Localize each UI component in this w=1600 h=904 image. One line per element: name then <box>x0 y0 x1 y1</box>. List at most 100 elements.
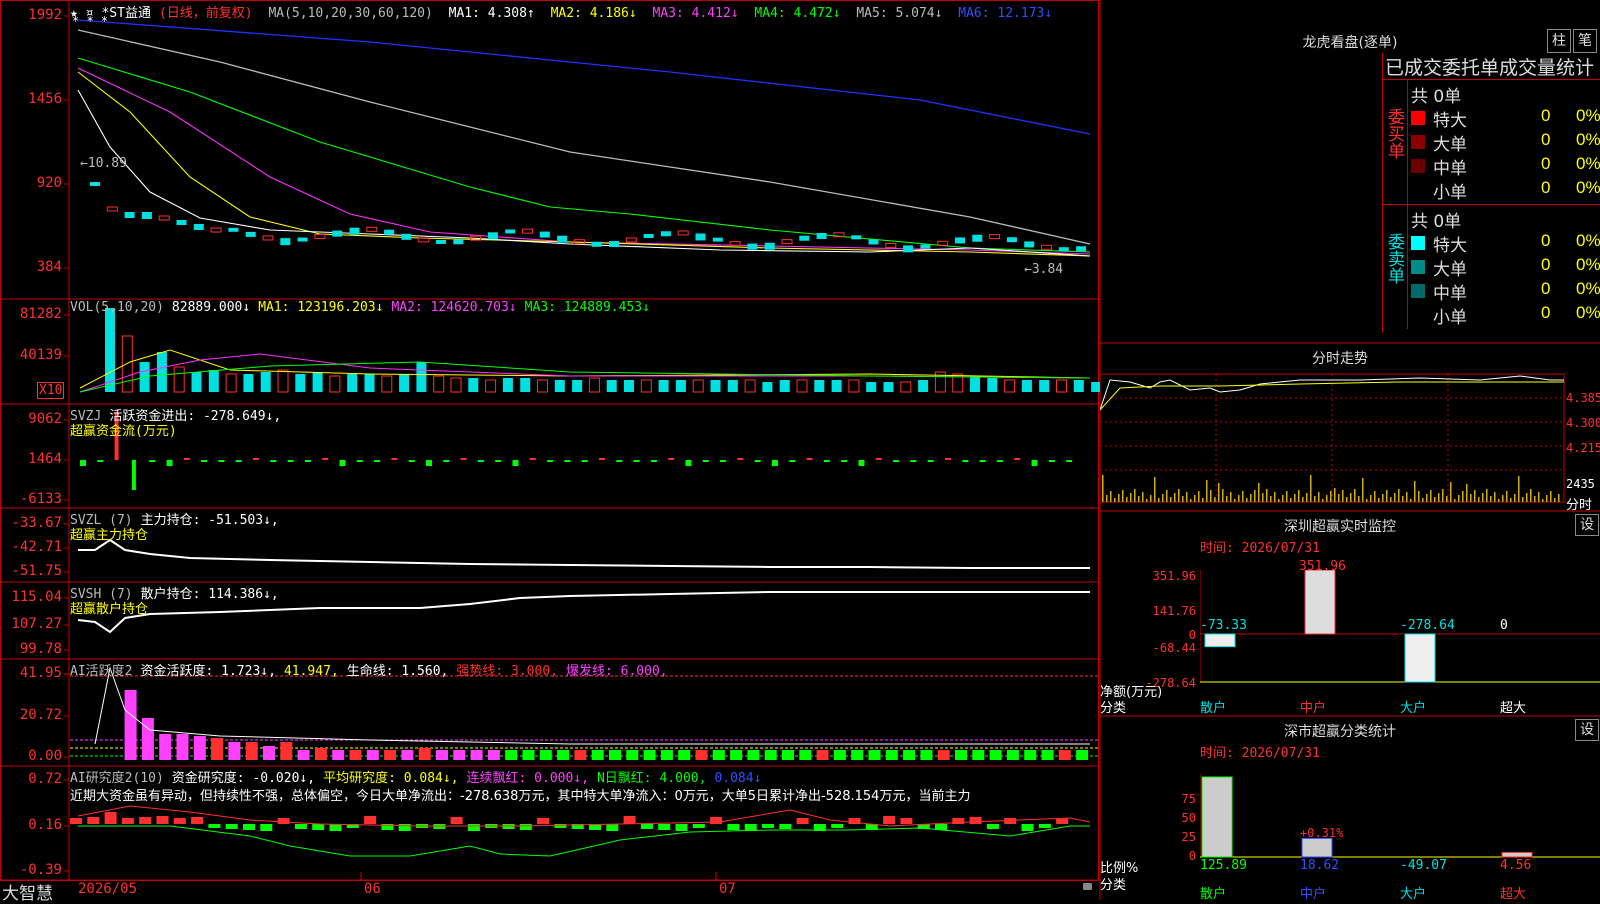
volume-bar-up <box>796 379 808 393</box>
svzj-bar-negative <box>685 460 692 466</box>
intraday-vol-bar <box>1386 490 1388 502</box>
volume-bar-down <box>883 382 894 392</box>
sell-row-percent: 0% <box>1576 303 1600 322</box>
intraday-vol-bar <box>1394 493 1396 502</box>
intraday-axis-2: 4.300 <box>1566 416 1600 430</box>
svzj-bar-negative <box>841 460 848 462</box>
ai-activity-bar <box>505 750 518 760</box>
ai-research-bar-positive <box>883 816 896 824</box>
ai-activity-bar <box>332 750 345 760</box>
volume-bar-down <box>554 380 565 392</box>
svzj-axis-1: 9062 <box>28 411 62 427</box>
candle-down <box>972 234 983 242</box>
sell-row-value: 0 <box>1541 279 1551 298</box>
dragon-table: 已成交委托单成交量统计 委买单 共 0单 特大 0 0% 大单 0 0% 中单 0 0% 小单 0 0… <box>1382 53 1600 333</box>
ai2-b: 平均研究度: 0.084↓, <box>323 771 459 786</box>
monitor-bar-negative <box>1404 633 1436 683</box>
candle-up <box>106 206 118 212</box>
buy-row-percent: 0% <box>1576 130 1600 149</box>
stats-settings-button[interactable]: 设 <box>1575 719 1599 741</box>
ai-research-bar-positive <box>156 816 169 824</box>
ai-research-chart[interactable] <box>70 796 1100 896</box>
vol-unit-box[interactable]: X10 <box>37 382 65 399</box>
buy-row-label: 大单 <box>1433 135 1467 154</box>
buy-swatch <box>1411 159 1425 173</box>
stock-name[interactable]: *ST益通 <box>101 6 150 21</box>
lock-icon[interactable] <box>1083 883 1092 890</box>
volume-bar-up <box>1004 379 1016 393</box>
candle-down <box>487 232 498 240</box>
buy-row: 中单 0 0% <box>1411 154 1600 178</box>
sell-row-label: 大单 <box>1433 260 1467 279</box>
svzj-bar-positive <box>391 458 398 460</box>
candle-down <box>505 229 516 234</box>
price-chart[interactable] <box>70 2 1100 297</box>
monitor-value-4: 0 <box>1500 618 1508 633</box>
period-label[interactable]: (日线，前复权) <box>159 6 253 21</box>
intraday-vol-bar <box>1546 495 1548 502</box>
monitor-settings-button[interactable]: 设 <box>1575 514 1599 536</box>
ai-research-bar-negative <box>1021 824 1034 831</box>
intraday-vol-bar <box>1402 496 1404 502</box>
volume-chart[interactable] <box>70 302 1100 402</box>
high-price-note: ←10.89 <box>80 156 127 171</box>
intraday-chart[interactable] <box>1100 370 1600 510</box>
ai-activity-bar <box>228 742 241 760</box>
svsh-axis-1: 115.04 <box>11 589 62 605</box>
intraday-vol-bar <box>1454 499 1456 502</box>
svzj-bar-negative <box>1066 460 1073 462</box>
brand-logo[interactable]: 大智慧 <box>2 879 53 904</box>
sell-rows: 特大 0 0% 大单 0 0% 中单 0 0% 小单 0 0% <box>1411 231 1600 327</box>
sell-row-label: 特大 <box>1433 236 1467 255</box>
ai-research-bar-positive <box>623 816 636 824</box>
volume-bar-down <box>987 378 998 392</box>
intraday-vol-bar <box>1406 492 1408 502</box>
ma4-value: MA4: 4.472↓ <box>754 6 841 21</box>
svzj-bar-negative <box>218 460 225 462</box>
ai-activity-bar <box>487 750 500 760</box>
volume-bar-down <box>918 380 929 392</box>
intraday-vol-bar <box>1166 490 1168 502</box>
volume-bars <box>105 308 1100 393</box>
monitor-bar-positive <box>1304 570 1336 635</box>
svzl-line <box>78 538 1090 569</box>
buy-row-value: 0 <box>1541 130 1551 149</box>
ai-research-bar-positive <box>537 818 550 824</box>
intraday-vol-bar <box>1378 498 1380 502</box>
ai1-indicator-line: AI活跃度2 资金活跃度: 1.723↓, 41.947, 生命线: 1.560, 强势… <box>70 660 676 679</box>
svzj-bar-positive <box>599 458 605 460</box>
svzj-bar-positive <box>737 458 744 460</box>
intraday-vol-bar <box>1518 476 1520 502</box>
intraday-vol-bar <box>1218 483 1220 502</box>
ai2-axis-2: 0.16 <box>28 817 62 833</box>
ai-research-bar-negative <box>692 824 705 828</box>
volume-bar-down <box>831 380 842 392</box>
volume-bar-down <box>1073 380 1084 392</box>
ai-activity-bar <box>972 750 985 760</box>
monitor-cat-2: 中户 <box>1300 701 1327 716</box>
intraday-vol-bar <box>1142 492 1144 502</box>
tick-mode-button[interactable]: 笔 <box>1573 29 1597 53</box>
intraday-vol-bar <box>1230 492 1232 502</box>
monitor-axis-4: -68.44 <box>1152 641 1196 655</box>
ma-def: MA(5,10,20,30,60,120) <box>268 6 433 21</box>
intraday-title: 分时走势 <box>1312 351 1368 367</box>
ai-activity-bar <box>1024 750 1037 760</box>
vol-axis-1: 81282 <box>19 306 62 322</box>
ai-research-bar-negative <box>243 824 255 830</box>
volume-bar-up <box>381 375 393 393</box>
intraday-vol-bar <box>1314 496 1316 502</box>
sell-swatch <box>1411 284 1425 298</box>
bar-mode-button[interactable]: 柱 <box>1547 29 1571 53</box>
sell-swatch <box>1411 260 1425 274</box>
buy-row-percent: 0% <box>1576 106 1600 125</box>
intraday-vol-bar <box>1162 494 1164 502</box>
intraday-vol-bar <box>1110 491 1112 502</box>
svzj-bar-positive <box>875 458 882 460</box>
intraday-vol-bar <box>1118 494 1120 502</box>
date-label-3: 07 <box>719 881 736 897</box>
intraday-vol-bar <box>1374 491 1376 502</box>
intraday-vol-bar <box>1446 496 1448 502</box>
svzj-bar-negative <box>477 460 484 462</box>
ai1-axis-3: 0.00 <box>28 748 62 764</box>
